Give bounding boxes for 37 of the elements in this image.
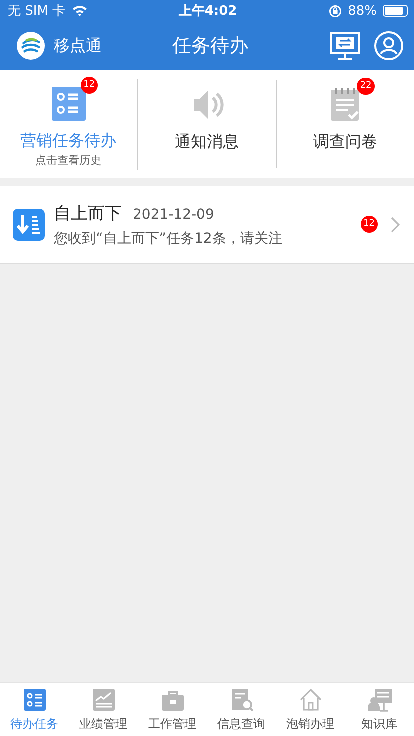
download-list-icon	[13, 208, 45, 240]
chevron-right-icon	[391, 216, 400, 232]
battery-percent: 88%	[348, 4, 377, 18]
category-tab[interactable]: 12 营销任务待办 点击查看历史	[0, 78, 138, 170]
tab-bar-item[interactable]: 待办任务	[0, 683, 69, 736]
app-name: 移点通	[54, 36, 102, 56]
carrier-text: 无 SIM 卡	[8, 3, 66, 20]
tab-bar-item[interactable]: 业绩管理	[69, 683, 138, 736]
category-label: 通知消息	[174, 132, 239, 153]
count-badge: 22	[357, 78, 375, 95]
category-tab[interactable]: 通知消息	[138, 80, 277, 168]
presenter-icon	[366, 686, 392, 712]
logo-icon	[17, 32, 45, 60]
category-label: 营销任务待办	[20, 130, 117, 152]
list-icon	[22, 686, 48, 712]
chart-icon	[90, 686, 116, 712]
count-badge: 12	[360, 216, 378, 233]
category-hint: 点击查看历史	[36, 152, 102, 168]
task-date: 2021-12-09	[133, 206, 214, 222]
category-label: 调查问卷	[313, 132, 378, 153]
clock-text: 上午4:02	[178, 3, 238, 20]
battery-icon	[383, 5, 408, 17]
rotation-lock-icon	[329, 4, 342, 18]
tab-bar-item[interactable]: 知识库	[345, 683, 414, 736]
house-icon	[298, 686, 324, 712]
category-tab[interactable]: 22 调查问卷	[276, 80, 414, 168]
tab-bar-item[interactable]: 信息查询	[207, 683, 276, 736]
tab-bar-item[interactable]: 工作管理	[138, 683, 207, 736]
wifi-icon	[72, 5, 88, 17]
task-row[interactable]: 自上而下 2021-12-09 您收到“自上而下”任务12条，请关注 12	[0, 186, 414, 264]
task-message: 您收到“自上而下”任务12条，请关注	[54, 230, 284, 248]
count-badge: 12	[80, 76, 98, 94]
user-icon[interactable]	[374, 31, 404, 61]
page-title: 任务待办	[172, 34, 248, 59]
task-title: 自上而下	[54, 202, 122, 224]
tab-bar-item[interactable]: 泡销办理	[276, 683, 345, 736]
screen-icon[interactable]	[330, 32, 360, 60]
